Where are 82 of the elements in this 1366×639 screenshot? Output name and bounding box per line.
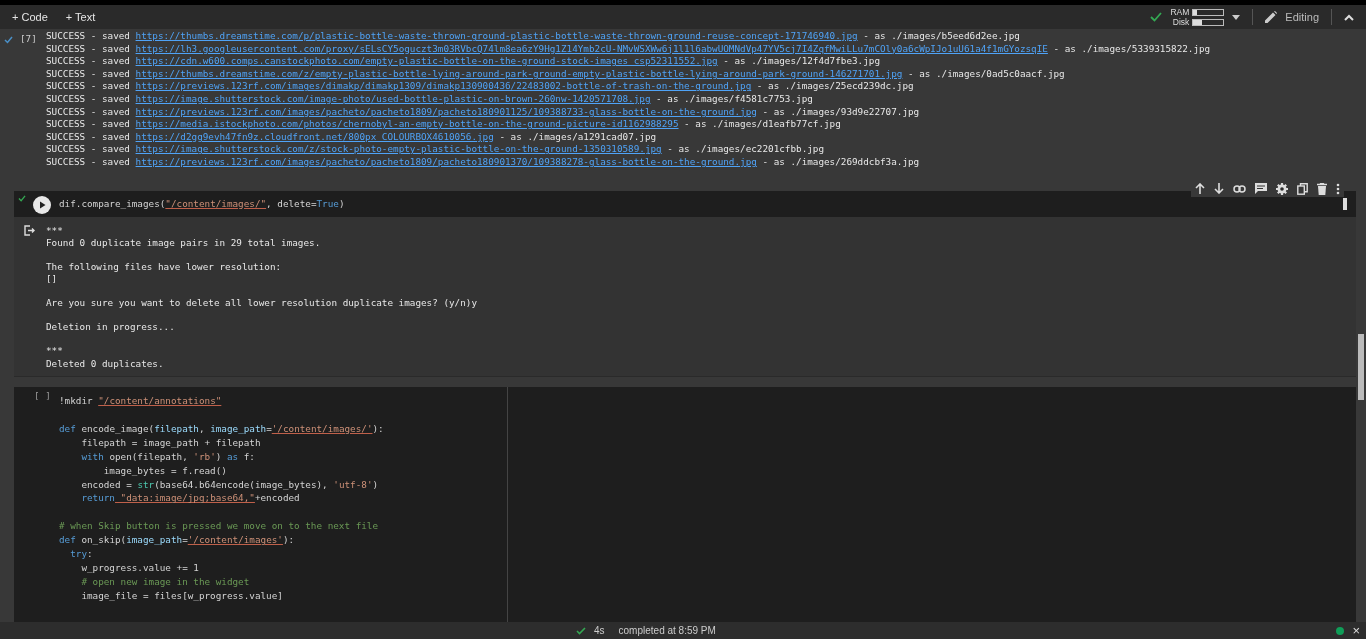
mode-label[interactable]: Editing [1285,11,1319,23]
code-line: !mkdir "/content/annotations" [59,394,223,409]
comment-icon[interactable] [1255,183,1267,195]
copy-icon[interactable] [1297,182,1308,195]
execution-count: [7] [20,33,37,44]
log-status: SUCCESS - saved [46,155,130,167]
saved-file-path: - as ./images/d1eafb77cf.jpg [684,118,841,130]
url-link[interactable]: https://lh3.googleusercontent.com/proxy/sELsCY5oguczt3m03RVbcQ74lm8ea6zY9Hg1Z14Ymb2cU-NMvWSXWw6j1l1l6abwUOMNdVp47YV5cj7I4ZqfMwiLLu7mCOly0a6cWpIJo1uU61a4f1mGYozsqIE [135,42,1048,54]
caret-icon[interactable] [1232,14,1241,20]
code-line: def encode_image(filepath, image_path='/content/images/'): [59,421,385,436]
log-status: SUCCESS - saved [46,80,130,92]
url-link[interactable]: https://thumbs.dreamstime.com/z/empty-plastic-bottle-lying-around-park-ground-empty-plastic-bottle-lying-around-park-ground-146271701.jpg [135,67,903,79]
close-button[interactable]: × [1350,624,1362,637]
code-line: image_file = files[w_progress.value] [80,588,284,603]
code-line: def on_skip(image_path='/content/images'): [59,533,296,548]
code-line: filepath = image_path + filepath [80,435,262,450]
saved-file-path: - as ./images/ec2201cfbb.jpg [667,143,825,155]
code-line: dif.compare_images("/content/images/", delete=True) [59,196,346,211]
log-status: SUCCESS - saved [46,55,130,67]
log-status: SUCCESS - saved [46,105,130,117]
code-line: # open new image in the widget [80,574,251,589]
disk-label: Disk [1172,17,1190,27]
output-text: *** [46,224,64,237]
link-icon[interactable] [1233,184,1246,193]
saved-file-path: - as ./images/12f4d7fbe3.jpg [723,55,880,67]
arrow-up-icon[interactable] [1195,183,1205,195]
output-text: Deleted 0 duplicates. [46,357,165,371]
output-text: *** [46,345,64,358]
url-link[interactable]: https://image.shutterstock.com/image-photo/used-bottle-plastic-on-brown-260nw-1420571708.jpg [135,92,651,104]
log-status: SUCCESS - saved [46,118,130,130]
url-link[interactable]: https://d2gg9evh47fn9z.cloudfront.net/800px_COLOURBOX4610056.jpg [135,130,494,142]
ram-meter [1192,8,1225,16]
chevron-up-icon[interactable] [1344,13,1354,21]
ram-label: RAM [1170,7,1190,17]
pencil-icon [1265,11,1278,23]
add-cell-button[interactable]: + Text [61,9,100,25]
url-link[interactable]: https://cdn.w600.comps.canstockphoto.com/empty-plastic-bottle-on-the-ground-stock-images_csp52311552.jpg [135,55,718,67]
run-button-icon[interactable] [33,195,51,214]
arrow-down-icon[interactable] [1214,183,1224,195]
saved-file-path: - as ./images/93d9e22707.jpg [762,105,920,117]
saved-file-path: - as ./images/5339315822.jpg [1053,42,1211,54]
log-status: SUCCESS - saved [46,92,130,104]
check-icon [1150,12,1163,22]
status-message: completed at 8:59 PM [618,625,716,636]
log-status: SUCCESS - saved [46,143,130,155]
code-line: return "data:image/jpg;base64,"+encoded [80,491,301,506]
url-link[interactable]: https://thumbs.dreamstime.com/p/plastic-bottle-waste-thrown-ground-plastic-bottle-waste-thrown-ground-reuse-concept-171746940.jpg [135,30,858,41]
run-duration: 4s [594,625,605,636]
url-link[interactable]: https://previews.123rf.com/images/pacheto/pacheto1809/pacheto180901370/109388278-glass-bottle-on-the-ground.jpg [135,155,757,167]
code-line: encoded = str(base64.b64encode(image_bytes), 'utf-8') [80,477,380,492]
log-status: SUCCESS - saved [46,130,130,142]
saved-file-path: - as ./images/0ad5c0aacf.jpg [908,67,1065,79]
more-icon[interactable] [1336,182,1340,195]
saved-file-path: - as ./images/f4581c7753.jpg [656,92,813,104]
trash-icon[interactable] [1317,182,1327,195]
output-text: Found 0 duplicate image pairs in 29 total images. [46,236,322,250]
code-line: # when Skip button is pressed we move on to the next file [59,519,380,534]
add-cell-button[interactable]: + Code [8,9,52,25]
url-link[interactable]: https://previews.123rf.com/images/pacheto/pacheto1809/pacheto180901125/109388733-glass-bottle-on-the-ground.jpg [135,105,757,117]
saved-file-path: - as ./images/269ddcbf3a.jpg [762,155,920,167]
output-text: Are you sure you want to delete all lower resolution duplicate images? (y/n)y [46,297,477,310]
disk-meter [1192,18,1225,26]
output-text: [] [46,273,59,286]
saved-file-path: - as ./images/a1291cad07.jpg [499,130,657,142]
saved-file-path: - as ./images/25ecd239dc.jpg [756,80,914,92]
output-text: Deletion in progress... [46,321,176,334]
url-link[interactable]: https://media.istockphoto.com/photos/chernobyl-an-empty-bottle-on-the-ground-picture-id1162988295 [135,118,679,130]
log-status: SUCCESS - saved [46,30,130,41]
saved-file-path: - as ./images/b5eed6d2ee.jpg [863,30,1020,41]
code-line: try: [69,547,94,561]
url-link[interactable]: https://previews.123rf.com/images/dimakp/dimakp1309/dimakp130900436/22483002-bottle-of-trash-on-the-ground.jpg [135,80,752,92]
code-line: w_progress.value += 1 [80,561,200,575]
log-status: SUCCESS - saved [46,67,130,79]
output-icon[interactable] [24,224,35,236]
code-line: image_bytes = f.read() [102,463,228,478]
code-editor[interactable]: dif.compare_images("/content/images/", delete=True) [14,190,1356,217]
log-status: SUCCESS - saved [46,42,130,54]
url-link[interactable]: https://image.shutterstock.com/z/stock-photo-empty-plastic-bottle-on-the-ground-1350310589.jpg [135,143,662,155]
execution-count: [ ] [34,390,51,402]
code-line: with open(filepath, 'rb') as f: [80,449,256,464]
settings-icon[interactable] [1276,182,1288,195]
output-text: The following files have lower resolution: [46,260,283,274]
